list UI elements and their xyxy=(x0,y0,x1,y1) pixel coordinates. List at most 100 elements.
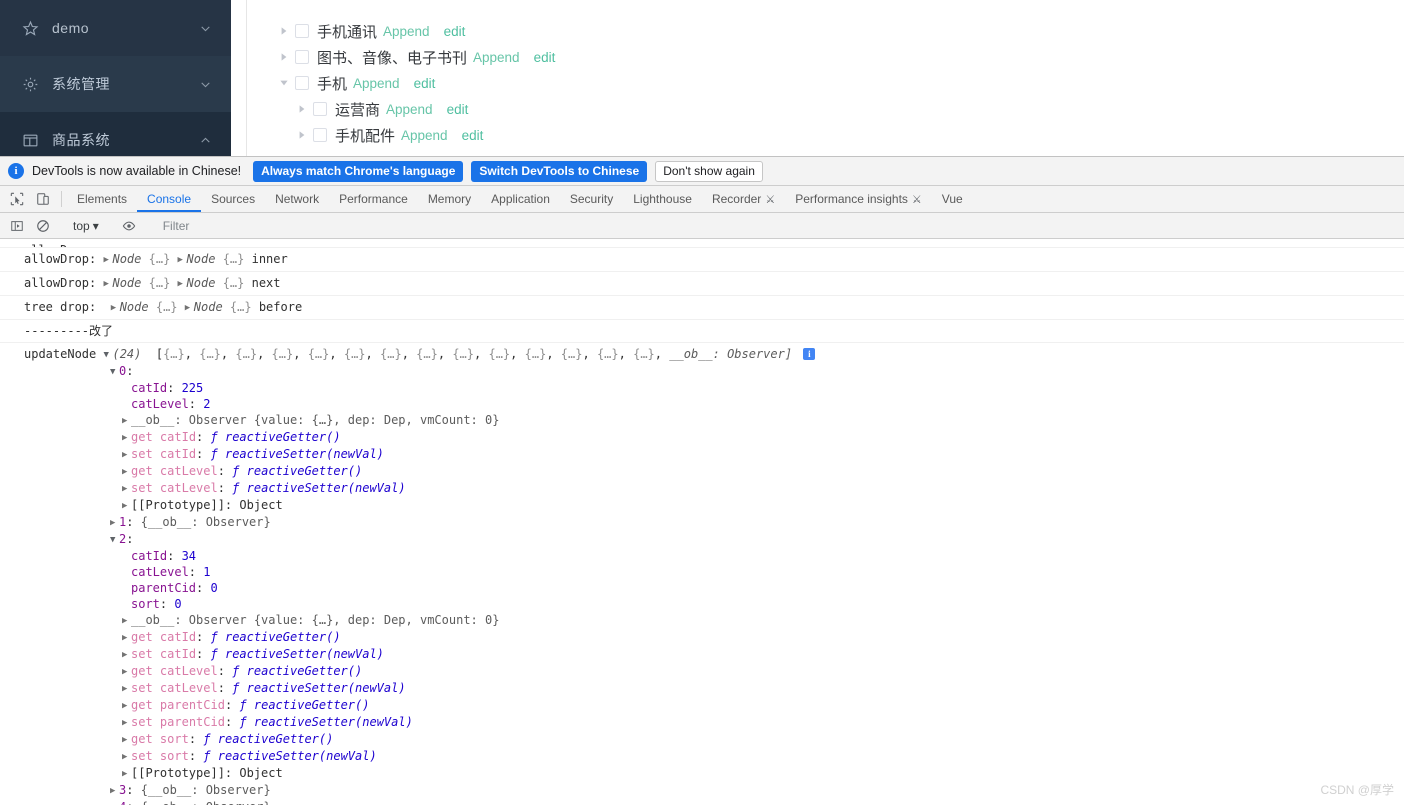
info-icon[interactable]: i xyxy=(803,348,816,360)
expand-triangle-icon[interactable]: ▶ xyxy=(178,252,187,268)
observer-property[interactable]: ▶ __ob__: Observer {value: {…}, dep: Dep,… xyxy=(0,612,1404,629)
expand-triangle-icon[interactable]: ▶ xyxy=(122,766,131,782)
console-sidebar-toggle-icon[interactable] xyxy=(4,214,30,238)
accessor-property[interactable]: ▶ set catId: ƒ reactiveSetter(newVal) xyxy=(0,446,1404,463)
tab-sources[interactable]: Sources xyxy=(201,186,265,212)
array-entry-header[interactable]: ▼ 2: xyxy=(0,531,1404,548)
console-output[interactable]: allowDrop: allowDrop: ▶Node {…} ▶Node {…… xyxy=(0,242,1404,805)
chevron-down-icon[interactable] xyxy=(193,72,217,96)
array-entry-collapsed[interactable]: ▶4: {__ob__: Observer} xyxy=(0,799,1404,805)
expand-triangle-icon[interactable]: ▶ xyxy=(110,800,119,805)
tab-performance-insights[interactable]: Performance insights ⚔ xyxy=(785,186,932,212)
expand-triangle-icon[interactable]: ▶ xyxy=(122,664,131,680)
tab-performance[interactable]: Performance xyxy=(329,186,418,212)
tree-append-link[interactable]: Append xyxy=(353,76,400,91)
expand-triangle-icon[interactable]: ▶ xyxy=(122,630,131,646)
tree-row[interactable]: 图书、音像、电子书刊 Append edit xyxy=(247,44,1404,70)
collapse-triangle-icon[interactable]: ▼ xyxy=(110,364,119,380)
accessor-property[interactable]: ▶ set catLevel: ƒ reactiveSetter(newVal) xyxy=(0,480,1404,497)
expand-triangle-icon[interactable]: ▶ xyxy=(122,413,131,429)
expand-triangle-icon[interactable]: ▶ xyxy=(122,464,131,480)
tree-append-link[interactable]: Append xyxy=(383,24,430,39)
sidebar-item-demo[interactable]: demo xyxy=(0,0,231,56)
observer-property[interactable]: ▶ __ob__: Observer {value: {…}, dep: Dep,… xyxy=(0,412,1404,429)
prototype-row[interactable]: ▶ [[Prototype]]: Object xyxy=(0,497,1404,514)
console-message[interactable]: allowDrop: ▶ Node {…} ▶ Node {…} inner xyxy=(0,248,1404,272)
expand-triangle-icon[interactable]: ▶ xyxy=(178,276,187,292)
chevron-right-icon[interactable] xyxy=(293,100,311,118)
expand-triangle-icon[interactable]: ▶ xyxy=(122,447,131,463)
expand-triangle-icon[interactable]: ▶ xyxy=(122,647,131,663)
tab-memory[interactable]: Memory xyxy=(418,186,481,212)
expand-triangle-icon[interactable]: ▶ xyxy=(122,613,131,629)
tree-edit-link[interactable]: edit xyxy=(444,24,466,39)
accessor-property[interactable]: ▶ get catId: ƒ reactiveGetter() xyxy=(0,629,1404,646)
console-message[interactable]: allowDrop: ▶ Node {…} ▶ Node {…} next xyxy=(0,272,1404,296)
dont-show-again-button[interactable]: Don't show again xyxy=(655,160,763,182)
chevron-up-icon[interactable] xyxy=(193,128,217,152)
inspect-element-icon[interactable] xyxy=(4,186,30,212)
tab-security[interactable]: Security xyxy=(560,186,623,212)
tree-row[interactable]: 手机通讯 Append edit xyxy=(247,18,1404,44)
accessor-property[interactable]: ▶ set sort: ƒ reactiveSetter(newVal) xyxy=(0,748,1404,765)
console-message[interactable]: tree drop: ▶ Node {…} ▶ Node {…} before xyxy=(0,296,1404,320)
tree-edit-link[interactable]: edit xyxy=(414,76,436,91)
sidebar-item-product-system[interactable]: 商品系统 xyxy=(0,112,231,156)
sidebar-item-system-management[interactable]: 系统管理 xyxy=(0,56,231,112)
chevron-right-icon[interactable] xyxy=(275,22,293,40)
tree-row[interactable]: 手机配件 Append edit xyxy=(247,122,1404,148)
expand-triangle-icon[interactable]: ▶ xyxy=(122,732,131,748)
accessor-property[interactable]: ▶ set catLevel: ƒ reactiveSetter(newVal) xyxy=(0,680,1404,697)
accessor-property[interactable]: ▶ get catLevel: ƒ reactiveGetter() xyxy=(0,463,1404,480)
console-filter-input[interactable] xyxy=(152,213,413,238)
tree-checkbox[interactable] xyxy=(313,102,327,116)
chevron-down-icon[interactable] xyxy=(193,16,217,40)
tree-row[interactable]: 运营商 Append edit xyxy=(247,96,1404,122)
tree-edit-link[interactable]: edit xyxy=(534,50,556,65)
tree-checkbox[interactable] xyxy=(295,24,309,38)
tree-checkbox[interactable] xyxy=(295,76,309,90)
expand-triangle-icon[interactable]: ▶ xyxy=(122,698,131,714)
accessor-property[interactable]: ▶ set parentCid: ƒ reactiveSetter(newVal) xyxy=(0,714,1404,731)
expand-triangle-icon[interactable]: ▶ xyxy=(122,715,131,731)
tree-append-link[interactable]: Append xyxy=(473,50,520,65)
accessor-property[interactable]: ▶ set catId: ƒ reactiveSetter(newVal) xyxy=(0,646,1404,663)
expand-triangle-icon[interactable]: ▶ xyxy=(111,300,120,316)
expand-triangle-icon[interactable]: ▶ xyxy=(122,498,131,514)
expand-triangle-icon[interactable]: ▶ xyxy=(122,749,131,765)
tree-edit-link[interactable]: edit xyxy=(462,128,484,143)
expand-triangle-icon[interactable]: ▶ xyxy=(110,783,119,799)
chevron-right-icon[interactable] xyxy=(275,48,293,66)
tab-vue[interactable]: Vue xyxy=(932,186,973,212)
array-entry-header[interactable]: ▼ 0: xyxy=(0,363,1404,380)
expand-triangle-icon[interactable]: ▶ xyxy=(122,681,131,697)
tree-append-link[interactable]: Append xyxy=(401,128,448,143)
live-expression-eye-icon[interactable] xyxy=(116,214,142,238)
expand-triangle-icon[interactable]: ▶ xyxy=(185,300,194,316)
tree-checkbox[interactable] xyxy=(313,128,327,142)
tab-recorder[interactable]: Recorder ⚔ xyxy=(702,186,785,212)
collapse-triangle-icon[interactable]: ▼ xyxy=(110,532,119,548)
expand-triangle-icon[interactable]: ▶ xyxy=(110,515,119,531)
array-entry-collapsed[interactable]: ▶ 3: {__ob__: Observer} xyxy=(0,782,1404,799)
always-match-chrome-language-button[interactable]: Always match Chrome's language xyxy=(253,160,464,182)
tree-append-link[interactable]: Append xyxy=(386,102,433,117)
clear-console-icon[interactable] xyxy=(30,214,56,238)
tree-edit-link[interactable]: edit xyxy=(447,102,469,117)
tab-network[interactable]: Network xyxy=(265,186,329,212)
chevron-right-icon[interactable] xyxy=(293,126,311,144)
accessor-property[interactable]: ▶ get catId: ƒ reactiveGetter() xyxy=(0,429,1404,446)
tab-console[interactable]: Console xyxy=(137,186,201,212)
javascript-context-select[interactable]: top ▾ xyxy=(67,219,105,233)
switch-devtools-to-chinese-button[interactable]: Switch DevTools to Chinese xyxy=(471,160,648,182)
chevron-down-icon[interactable] xyxy=(275,74,293,92)
expand-triangle-icon[interactable]: ▶ xyxy=(122,481,131,497)
prototype-row[interactable]: ▶ [[Prototype]]: Object xyxy=(0,765,1404,782)
console-message-updatenode[interactable]: updateNode ▼ (24) [{…}, {…}, {…}, {…}, {…… xyxy=(0,343,1404,363)
tab-lighthouse[interactable]: Lighthouse xyxy=(623,186,702,212)
accessor-property[interactable]: ▶ get parentCid: ƒ reactiveGetter() xyxy=(0,697,1404,714)
accessor-property[interactable]: ▶ get sort: ƒ reactiveGetter() xyxy=(0,731,1404,748)
tree-checkbox[interactable] xyxy=(295,50,309,64)
tab-application[interactable]: Application xyxy=(481,186,560,212)
tree-row[interactable]: 手机 Append edit xyxy=(247,70,1404,96)
